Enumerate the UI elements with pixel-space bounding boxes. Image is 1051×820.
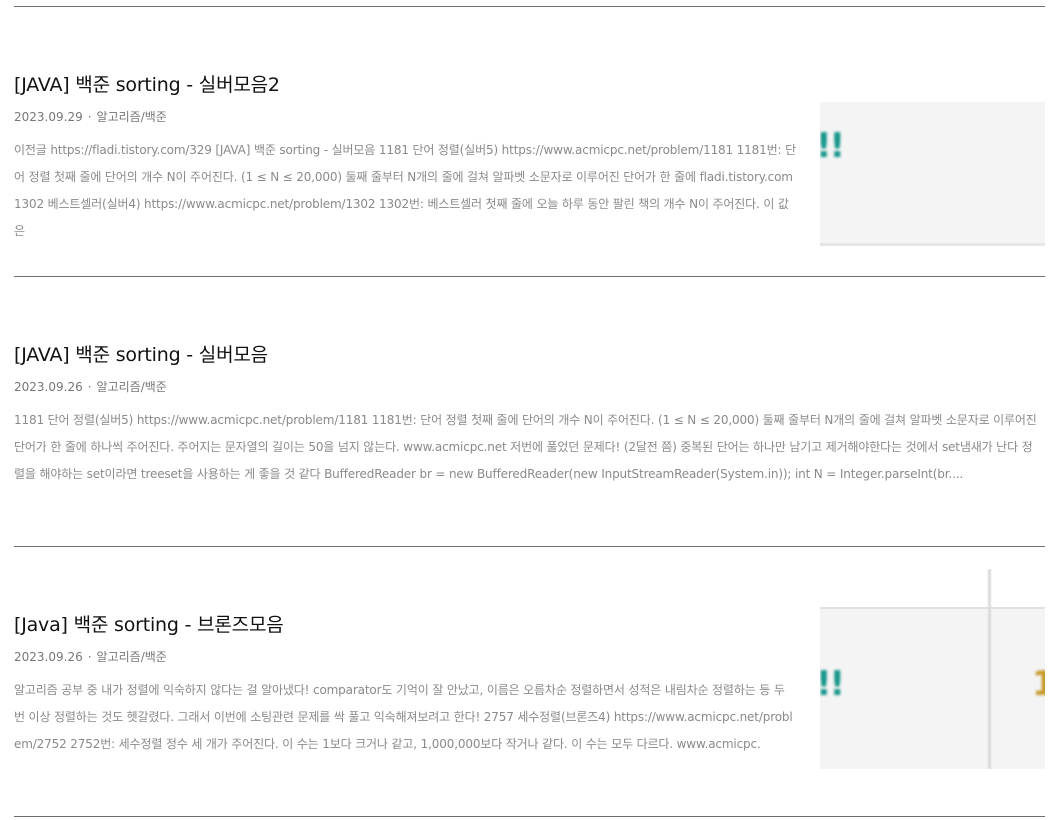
post-meta: 2023.09.29 · 알고리즘/백준 (14, 109, 167, 125)
post-meta: 2023.09.26 · 알고리즘/백준 (14, 379, 167, 395)
post-meta: 2023.09.26 · 알고리즘/백준 (14, 649, 167, 665)
post-title[interactable]: [JAVA] 백준 sorting - 실버모음 (14, 342, 268, 368)
post-thumbnail[interactable]: !! 1 (820, 569, 1045, 769)
post-excerpt: 알고리즘 공부 중 내가 정렬에 익숙하지 않다는 걸 알아냈다! compar… (14, 683, 793, 751)
post-excerpt: 이전글 https://fladi.tistory.com/329 [JAVA]… (14, 143, 796, 238)
thumbnail-glyph: !! (820, 126, 845, 166)
meta-separator: · (87, 110, 92, 124)
list-item[interactable]: [JAVA] 백준 sorting - 실버모음2 2023.09.29 · 알고리… (14, 7, 1045, 276)
post-date: 2023.09.26 (14, 650, 83, 664)
post-category[interactable]: 알고리즘/백준 (97, 380, 167, 394)
thumbnail-table (820, 607, 1045, 769)
meta-separator: · (87, 380, 92, 394)
thumbnail-glyph: 1 (1032, 664, 1045, 704)
meta-separator: · (87, 650, 92, 664)
post-date: 2023.09.26 (14, 380, 83, 394)
post-excerpt: 1181 단어 정렬(실버5) https://www.acmicpc.net/… (14, 413, 1037, 481)
thumbnail-gridline (988, 569, 991, 769)
post-title[interactable]: [JAVA] 백준 sorting - 실버모음2 (14, 72, 280, 98)
post-date: 2023.09.29 (14, 110, 83, 124)
post-thumbnail[interactable]: !! (820, 102, 1045, 246)
post-category[interactable]: 알고리즘/백준 (97, 110, 167, 124)
list-item[interactable]: [JAVA] 백준 sorting - 실버모음 2023.09.26 · 알고리즘… (14, 277, 1045, 546)
post-divider (14, 816, 1045, 817)
list-item[interactable]: [Java] 백준 sorting - 브론즈모음 2023.09.26 · 알고리… (14, 547, 1045, 816)
post-title[interactable]: [Java] 백준 sorting - 브론즈모음 (14, 612, 284, 638)
post-category[interactable]: 알고리즘/백준 (97, 650, 167, 664)
thumbnail-glyph: !! (820, 664, 845, 704)
